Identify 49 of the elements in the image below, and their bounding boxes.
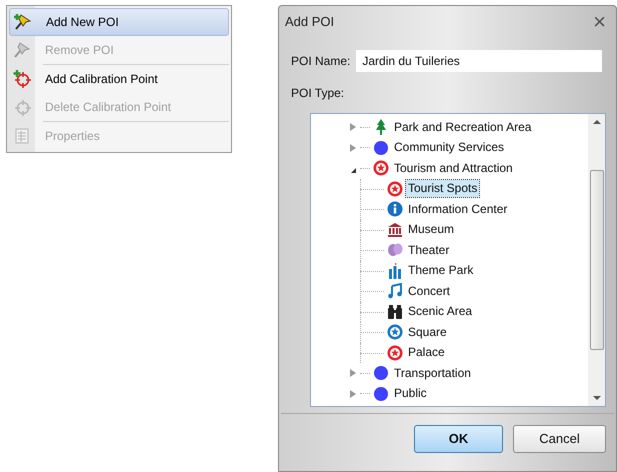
dot-icon [373, 140, 389, 156]
field-label: POI Name: [291, 53, 350, 70]
menu-item[interactable]: Add Calibration Point [9, 65, 229, 93]
crosshair-icon [13, 98, 31, 116]
star-icon [373, 160, 389, 176]
castle-icon [387, 262, 403, 279]
theater-masks-icon [387, 242, 403, 258]
field-label: POI Type: [291, 85, 344, 102]
crosshair-icon [13, 70, 31, 88]
dot-icon [373, 386, 389, 402]
dot-icon [373, 365, 389, 382]
dialog-button[interactable]: OK [414, 425, 503, 453]
tree-item[interactable]: Theater [406, 242, 452, 259]
properties-sheet-icon [13, 127, 31, 145]
dialog-button[interactable]: Cancel [513, 425, 606, 453]
expander-icon[interactable] [350, 168, 356, 173]
music-note-icon [387, 283, 403, 300]
menu-item-label: Delete Calibration Point [45, 99, 172, 116]
tree-item[interactable]: Scenic Area [406, 303, 474, 320]
tree-item[interactable]: Tourist Spots [406, 180, 480, 198]
menu-item-label: Properties [45, 128, 100, 145]
pushpin-icon [14, 13, 32, 31]
pushpin-icon [13, 41, 31, 59]
info-icon [387, 201, 403, 218]
tree-item[interactable]: Theme Park [406, 262, 476, 280]
museum-icon [387, 222, 403, 238]
tree-item[interactable]: Park and Recreation Area [392, 118, 534, 136]
tree-item[interactable]: Square [406, 324, 449, 341]
close-button[interactable]: × [589, 11, 610, 33]
menu-item[interactable]: Add New POI [9, 8, 229, 36]
pine-tree-icon [373, 119, 389, 136]
menu-item-label: Add New POI [46, 14, 119, 31]
tree-item[interactable]: Information Center [406, 200, 510, 218]
tree-item[interactable]: Community Services [392, 139, 506, 156]
name-input-field[interactable]: Jardin du Tuileries [356, 50, 602, 72]
window-title: Add POI [285, 13, 334, 32]
star-icon [387, 324, 403, 340]
tree-item[interactable]: Transportation [392, 364, 473, 382]
tree-item[interactable]: Palace [406, 344, 447, 362]
tree-item[interactable]: Museum [406, 221, 456, 238]
tree-item[interactable]: Tourism and Attraction [392, 160, 515, 177]
menu-item-label: Add Calibration Point [45, 71, 158, 88]
binoculars-icon [387, 304, 403, 320]
star-icon [387, 344, 403, 361]
star-icon [387, 180, 403, 197]
scrollbar[interactable] [588, 114, 605, 406]
tree-item[interactable]: Concert [406, 282, 452, 300]
tree-item[interactable]: Public [392, 385, 429, 402]
menu-item-label: Remove POI [45, 42, 114, 59]
